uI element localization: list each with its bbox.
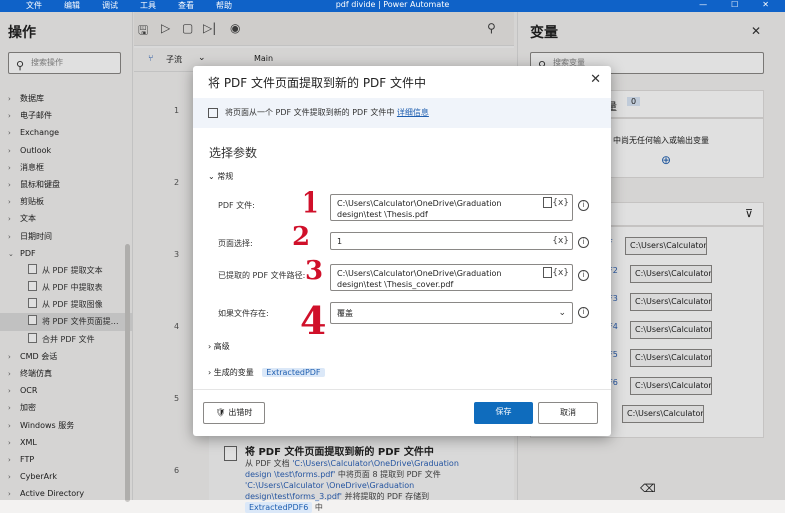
help-icon[interactable]: i (578, 307, 589, 318)
info-text: 将页面从一个 PDF 文件提取到新的 PDF 文件中 (225, 108, 395, 117)
window-controls: — ☐ ✕ (699, 0, 769, 9)
close-icon[interactable]: ✕ (590, 72, 601, 87)
cancel-button[interactable]: 取消 (538, 402, 598, 424)
minimize-icon[interactable]: — (699, 0, 707, 9)
pdf-file-input[interactable]: C:\Users\Calculator\OneDrive\Graduation … (330, 194, 573, 221)
help-icon[interactable]: i (578, 237, 589, 248)
if-file-exists-label: 如果文件存在: (218, 309, 269, 318)
close-icon[interactable]: ✕ (762, 0, 769, 9)
section-heading: 选择参数 (209, 146, 258, 160)
save-button[interactable]: 保存 (474, 402, 533, 424)
page-selection-input[interactable]: 1 {x} (330, 232, 573, 250)
title-bar: 文件 编辑 调试 工具 查看 帮助 pdf divide | Power Aut… (0, 0, 785, 12)
if-file-exists-select[interactable]: 覆盖 ⌄ (330, 302, 573, 324)
output-path-input[interactable]: C:\Users\Calculator\OneDrive\Graduation … (330, 264, 573, 291)
extract-pages-dialog: 将 PDF 文件页面提取到新的 PDF 文件中 ✕ 将页面从一个 PDF 文件提… (193, 66, 611, 436)
chevron-down-icon: ⌄ (208, 172, 218, 181)
dialog-title: 将 PDF 文件页面提取到新的 PDF 文件中 (208, 76, 427, 90)
window-title: pdf divide | Power Automate (335, 0, 450, 9)
help-icon[interactable]: i (578, 270, 589, 281)
variable-picker-icon[interactable]: {x} (552, 236, 569, 247)
general-group-toggle[interactable]: ⌄ 常规 (208, 171, 233, 182)
more-info-link[interactable]: 详细信息 (397, 108, 429, 117)
advanced-group-toggle[interactable]: › 高级 (208, 341, 230, 352)
maximize-icon[interactable]: ☐ (731, 0, 738, 9)
shield-icon: 🛡 (215, 408, 229, 417)
pdf-file-label: PDF 文件: (218, 201, 255, 210)
variable-chip: ExtractedPDF6 (245, 502, 313, 513)
action-info-icon (208, 108, 218, 118)
help-icon[interactable]: i (578, 200, 589, 211)
dialog-info-bar: 将页面从一个 PDF 文件提取到新的 PDF 文件中 详细信息 (193, 98, 611, 128)
generated-vars-toggle[interactable]: › 生成的变量 ExtractedPDF (208, 367, 325, 378)
file-icon[interactable] (543, 197, 552, 208)
variable-picker-icon[interactable]: {x} (552, 198, 569, 209)
variable-picker-icon[interactable]: {x} (552, 268, 569, 279)
file-icon[interactable] (543, 267, 552, 278)
output-path-label: 已提取的 PDF 文件路径: (218, 271, 306, 280)
generated-var-chip[interactable]: ExtractedPDF (262, 368, 325, 377)
on-error-button[interactable]: 🛡 出错时 (203, 402, 265, 424)
chevron-down-icon: ⌄ (558, 308, 566, 318)
page-selection-label: 页面选择: (218, 239, 253, 248)
